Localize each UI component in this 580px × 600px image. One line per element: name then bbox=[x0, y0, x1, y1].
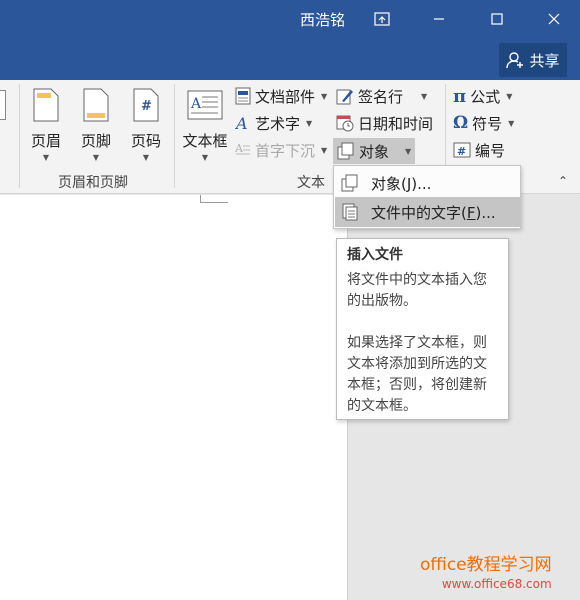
partial-button-icon bbox=[0, 90, 6, 120]
share-button[interactable]: 共享 bbox=[499, 43, 567, 77]
drop-cap-icon: A bbox=[235, 142, 250, 155]
svg-text:#: # bbox=[141, 99, 152, 114]
object-button[interactable]: 对象 ▼ bbox=[333, 138, 416, 164]
pi-icon: π bbox=[453, 85, 467, 107]
watermark-title: office教程学习网 bbox=[420, 555, 552, 575]
textbox-icon: A bbox=[187, 90, 223, 120]
signature-line-button[interactable]: 签名行 ▼ bbox=[336, 85, 427, 107]
object-label: 对象 bbox=[359, 142, 390, 161]
dropdown-arrow-icon: ▼ bbox=[421, 91, 428, 101]
watermark: office教程学习网 www.office68.com bbox=[420, 550, 552, 591]
ribbon-display-options-button[interactable] bbox=[365, 5, 399, 33]
date-time-button[interactable]: 日期和时间 bbox=[336, 112, 433, 134]
symbol-label: 符号 bbox=[472, 114, 503, 133]
dropdown-arrow-icon: ▼ bbox=[42, 153, 50, 162]
minimize-icon bbox=[434, 18, 444, 20]
ribbon-display-icon bbox=[374, 12, 390, 26]
numbering-label: 编号 bbox=[475, 141, 506, 160]
equation-label: 公式 bbox=[470, 87, 501, 106]
quick-parts-button[interactable]: 文档部件 ▼ bbox=[235, 85, 327, 107]
collapse-ribbon-icon[interactable]: ⌃ bbox=[558, 174, 568, 188]
close-icon bbox=[548, 13, 560, 25]
textbox-button[interactable]: A 文本框 ▼ bbox=[180, 88, 230, 162]
group-label-text: 文本 bbox=[297, 175, 325, 191]
dropdown-arrow-icon: ▼ bbox=[321, 145, 328, 155]
page-number-button[interactable]: # 页码 ▼ bbox=[122, 88, 170, 162]
dropdown-arrow-icon: ▼ bbox=[92, 153, 100, 162]
drop-cap-button[interactable]: A 首字下沉 ▼ bbox=[235, 139, 327, 161]
header-button[interactable]: 页眉 ▼ bbox=[22, 88, 70, 162]
object-icon bbox=[337, 142, 354, 160]
footer-label: 页脚 bbox=[80, 132, 111, 150]
tooltip-description: 将文件中的文本插入您的出版物。 bbox=[347, 272, 487, 309]
calendar-clock-icon bbox=[336, 115, 354, 132]
tooltip-note: 如果选择了文本框，则文本将添加到所选的文本框；否则，将创建新的文本框。 bbox=[347, 335, 487, 414]
quick-parts-label: 文档部件 bbox=[255, 87, 316, 106]
footer-button[interactable]: 页脚 ▼ bbox=[72, 88, 120, 162]
minimize-button[interactable] bbox=[422, 5, 456, 33]
textbox-label: 文本框 bbox=[182, 132, 228, 150]
menu-item-text-from-file[interactable]: 文件中的文字(F)... bbox=[335, 197, 520, 227]
page-number-icon: # bbox=[133, 88, 159, 122]
maximize-icon bbox=[491, 13, 503, 25]
signature-line-label: 签名行 bbox=[358, 87, 404, 106]
insert-file-tooltip: 插入文件 将文件中的文本插入您的出版物。 如果选择了文本框，则文本将添加到所选的… bbox=[336, 238, 509, 420]
symbol-button[interactable]: Ω 符号 ▼ bbox=[453, 112, 514, 134]
tooltip-title: 插入文件 bbox=[347, 247, 403, 263]
wordart-icon: A bbox=[235, 114, 248, 132]
close-button[interactable] bbox=[537, 5, 571, 33]
header-label: 页眉 bbox=[30, 132, 61, 150]
dropdown-arrow-icon: ▼ bbox=[508, 118, 515, 128]
dropdown-arrow-icon: ▼ bbox=[306, 118, 313, 128]
dropdown-arrow-icon: ▼ bbox=[201, 153, 209, 162]
svg-text:A: A bbox=[235, 142, 244, 155]
wordart-button[interactable]: A 艺术字 ▼ bbox=[235, 112, 312, 134]
equation-button[interactable]: π 公式 ▼ bbox=[453, 85, 512, 107]
drop-cap-label: 首字下沉 bbox=[255, 141, 316, 160]
menu-item-text-from-file-label: 文件中的文字(F)... bbox=[371, 203, 496, 222]
menu-item-object[interactable]: 对象(J)... bbox=[335, 168, 520, 198]
svg-text:A: A bbox=[235, 114, 248, 132]
group-separator bbox=[174, 84, 175, 188]
dropdown-arrow-icon: ▼ bbox=[321, 91, 328, 101]
document-page[interactable] bbox=[0, 195, 348, 600]
quick-parts-icon bbox=[235, 87, 251, 105]
page-number-label: 页码 bbox=[130, 132, 161, 150]
menu-item-object-label: 对象(J)... bbox=[371, 174, 432, 193]
dropdown-arrow-icon: ▼ bbox=[506, 91, 513, 101]
person-add-icon bbox=[506, 52, 524, 69]
wordart-label: 艺术字 bbox=[255, 114, 301, 133]
maximize-button[interactable] bbox=[480, 5, 514, 33]
dropdown-arrow-icon: ▼ bbox=[405, 146, 412, 156]
date-time-label: 日期和时间 bbox=[358, 114, 434, 133]
omega-icon: Ω bbox=[453, 113, 469, 133]
svg-text:A: A bbox=[190, 96, 202, 112]
footer-icon bbox=[83, 88, 109, 122]
watermark-url: www.office68.com bbox=[441, 577, 552, 591]
group-separator bbox=[19, 84, 20, 188]
group-label-header-footer: 页眉和页脚 bbox=[58, 175, 128, 191]
dropdown-arrow-icon: ▼ bbox=[142, 153, 150, 162]
header-icon bbox=[33, 88, 59, 122]
signature-icon bbox=[336, 89, 353, 105]
share-label: 共享 bbox=[529, 51, 560, 70]
number-sign-icon: # bbox=[453, 142, 471, 158]
file-text-icon bbox=[342, 203, 358, 221]
numbering-button[interactable]: # 编号 bbox=[453, 139, 505, 161]
object-dropdown-menu: 对象(J)... 文件中的文字(F)... bbox=[333, 165, 521, 229]
svg-text:#: # bbox=[457, 145, 466, 158]
title-bar: 西浩铭 共享 bbox=[0, 0, 580, 80]
user-name[interactable]: 西浩铭 bbox=[300, 9, 345, 30]
object-icon bbox=[341, 174, 358, 192]
page-margin-corner bbox=[200, 195, 228, 203]
